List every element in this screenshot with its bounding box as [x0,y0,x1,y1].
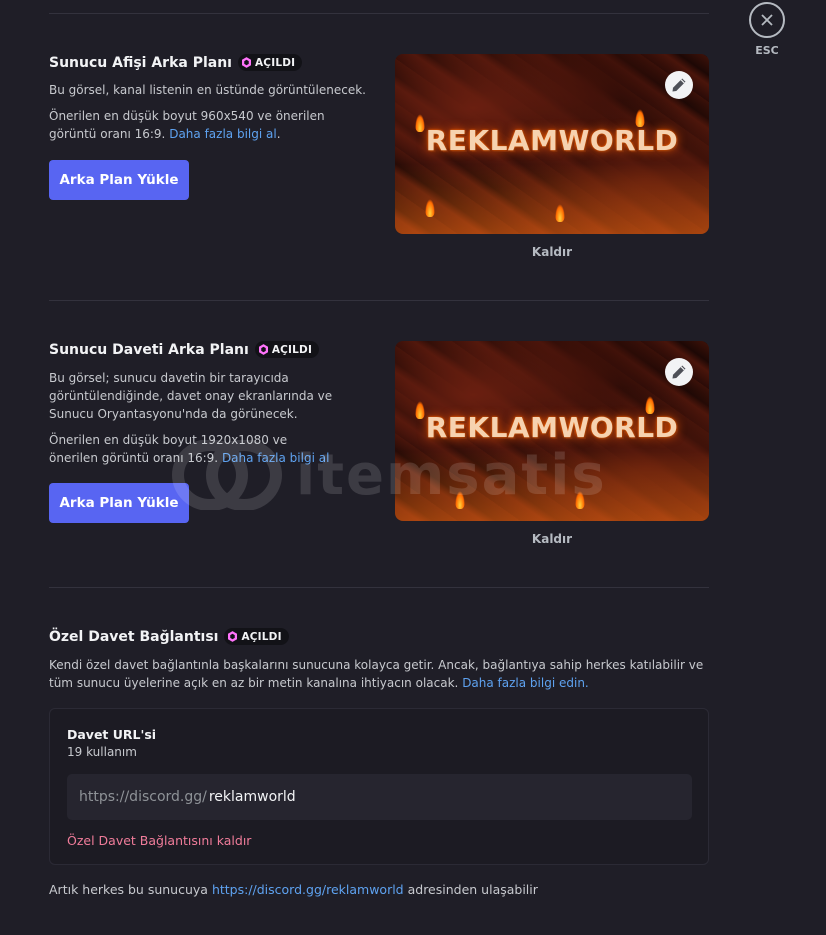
upload-invite-bg-button[interactable]: Arka Plan Yükle [49,483,189,523]
invite-background-title: Sunucu Daveti Arka Planı [49,341,249,358]
badge-label: AÇILDI [254,56,296,69]
unlocked-badge: AÇILDI [254,341,320,358]
esc-label: ESC [755,44,779,57]
badge-label: AÇILDI [271,343,313,356]
banner-preview-image: REKLAMWORLD [395,54,709,234]
vanity-url-title: Özel Davet Bağlantısı [49,628,219,645]
invite-url-box: Davet URL'si 19 kullanım https://discord… [49,708,709,865]
invite-desc-1: Bu görsel; sunucu davetin bir tarayıcıda… [49,371,333,421]
close-icon [761,14,773,26]
url-value: reklamworld [208,789,296,805]
invite-background-section: Sunucu Daveti Arka Planı AÇILDI Bu görse… [49,341,709,546]
flame-decoration [555,204,565,222]
remove-invite-bg-link[interactable]: Kaldır [395,532,709,546]
pencil-icon [672,365,686,379]
learn-more-link[interactable]: Daha fazla bilgi al [222,451,329,465]
flame-decoration [455,491,465,509]
learn-more-link[interactable]: Daha fazla bilgi al [169,127,276,141]
invite-url-label: Davet URL'si [67,727,157,742]
remove-vanity-link[interactable]: Özel Davet Bağlantısını kaldır [67,833,251,848]
section-title: Özel Davet Bağlantısı AÇILDI [49,628,709,645]
server-banner-section: Sunucu Afişi Arka Planı AÇILDI Bu görsel… [49,54,709,259]
divider [49,587,709,588]
invite-usage-count: 19 kullanım [67,745,137,759]
vanity-url-section: Özel Davet Bağlantısı AÇILDI Kendi özel … [49,628,709,690]
fire-glow [395,451,709,521]
boost-icon [228,631,238,642]
invite-bg-preview-image: REKLAMWORLD [395,341,709,521]
footer-text-after: adresinden ulaşabilir [403,882,538,897]
divider [49,300,709,301]
footer-text-before: Artık herkes bu sunucuya [49,882,212,897]
vanity-desc: Kendi özel davet bağlantınla başkalarını… [49,656,709,692]
server-banner-title: Sunucu Afişi Arka Planı [49,54,232,71]
banner-desc-2: Önerilen en düşük boyut 960x540 ve öneri… [49,107,339,143]
vanity-url-input[interactable]: https://discord.gg/ reklamworld [67,774,692,820]
learn-more-link[interactable]: Daha fazla bilgi edin. [462,676,589,690]
remove-banner-link[interactable]: Kaldır [395,245,709,259]
vanity-footer: Artık herkes bu sunucuya https://discord… [49,881,709,899]
unlocked-badge: AÇILDI [224,628,289,645]
boost-icon [241,57,251,68]
url-prefix: https://discord.gg/ [79,789,207,805]
flame-decoration [425,199,435,217]
edit-banner-button[interactable] [665,71,693,99]
banner-desc-1: Bu görsel, kanal listenin en üstünde gör… [49,83,366,97]
upload-banner-button[interactable]: Arka Plan Yükle [49,160,189,200]
vanity-url-link[interactable]: https://discord.gg/reklamworld [212,882,404,897]
fire-glow [395,164,709,234]
pencil-icon [672,78,686,92]
edit-invite-bg-button[interactable] [665,358,693,386]
close-button[interactable] [749,2,785,38]
flame-decoration [575,491,585,509]
badge-label: AÇILDI [241,630,282,643]
period-text: . [276,127,281,141]
unlocked-badge: AÇILDI [237,54,303,71]
banner-logo-text: REKLAMWORLD [425,124,679,157]
invite-bg-logo-text: REKLAMWORLD [425,411,679,444]
boost-icon [258,344,268,355]
invite-desc-2: Önerilen en düşük boyut 1920x1080 ve öne… [49,431,339,467]
divider [49,13,709,14]
vanity-desc-text: Kendi özel davet bağlantınla başkalarını… [49,658,704,690]
